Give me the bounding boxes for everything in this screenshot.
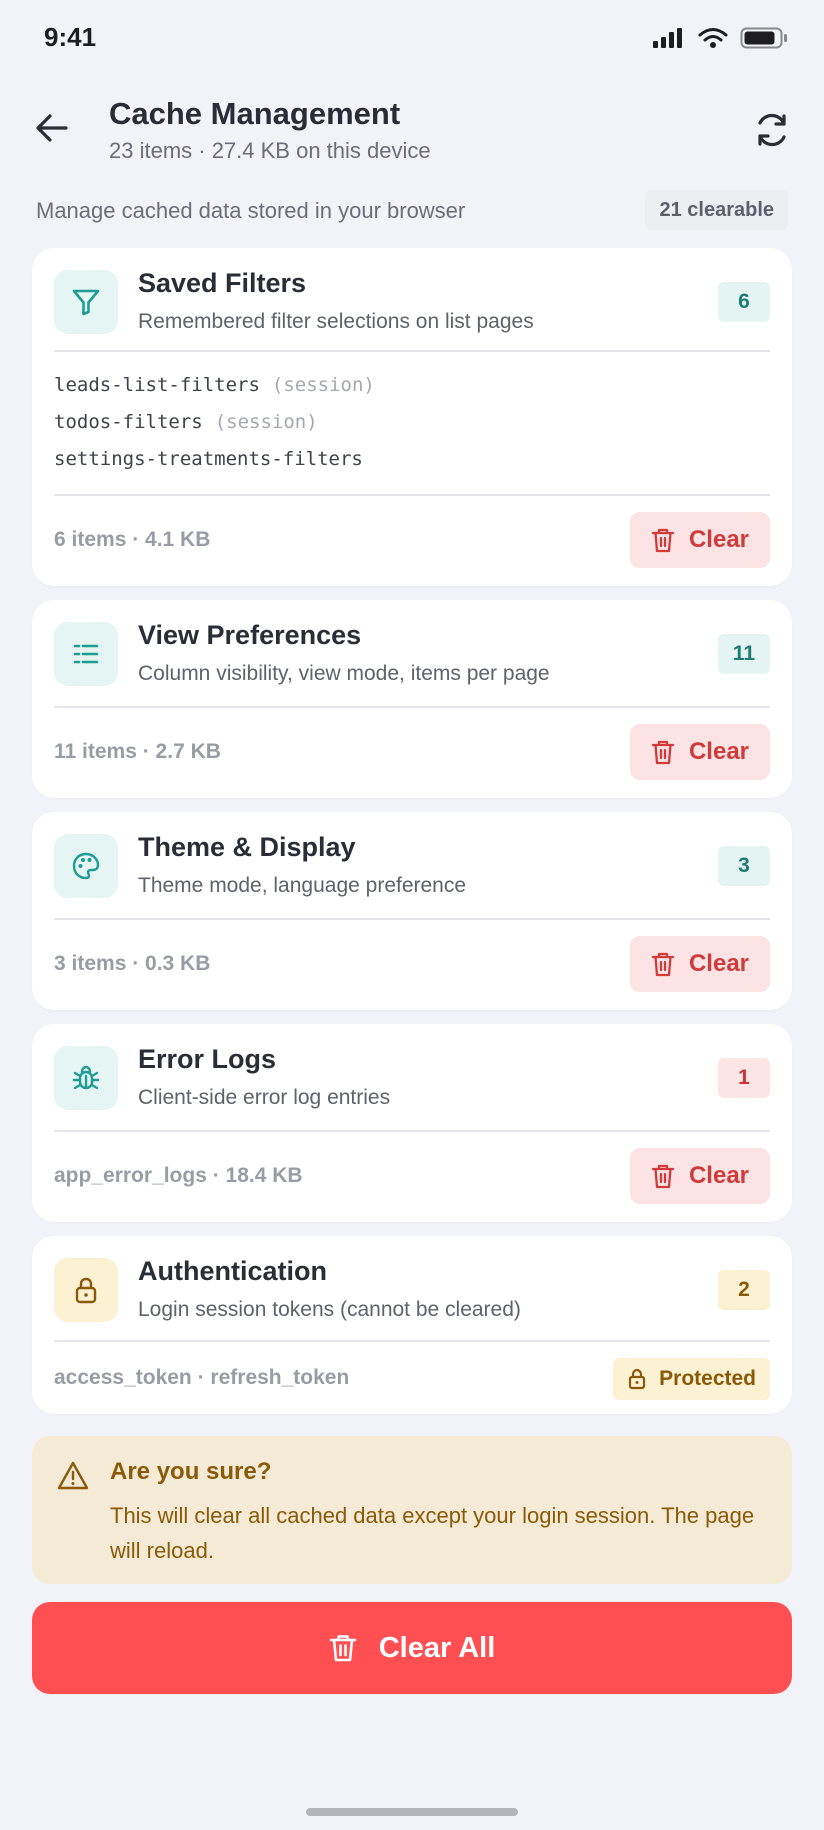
divider [54, 1130, 770, 1132]
cache-key-name: settings-treatments-filters [54, 447, 363, 470]
card-title: Authentication [138, 1256, 327, 1286]
card-footer-info: app_error_logs · 18.4 KB [54, 1164, 303, 1187]
refresh-button[interactable] [750, 108, 794, 152]
warning-triangle-icon [57, 1461, 89, 1490]
funnel-icon [72, 289, 100, 316]
card-title: Saved Filters [138, 268, 307, 298]
clear-label: Clear [688, 950, 750, 977]
theme-display-card: Theme & Display Theme mode, language pre… [32, 812, 792, 1010]
status-time: 9:41 [44, 22, 97, 52]
divider [54, 918, 770, 920]
home-indicator [306, 1808, 518, 1816]
clear-saved-filters-button[interactable]: Clear [630, 512, 770, 568]
clear-view-preferences-button[interactable]: Clear [630, 724, 770, 780]
clear-all-button[interactable]: Clear All [32, 1602, 792, 1694]
clearable-count-badge: 21 clearable [645, 190, 788, 230]
divider [54, 350, 770, 352]
protected-badge: Protected [613, 1358, 770, 1400]
clear-error-logs-button[interactable]: Clear [630, 1148, 770, 1204]
cache-key-row: settings-treatments-filters [54, 440, 375, 477]
cache-key-row: leads-list-filters (session) [54, 366, 375, 403]
arrow-left-icon [36, 114, 68, 142]
error-logs-icon-box [54, 1046, 118, 1110]
card-description: Client-side error log entries [138, 1086, 391, 1109]
trash-icon [651, 1164, 675, 1189]
saved-filters-icon-box [54, 270, 118, 334]
battery-icon [740, 27, 787, 49]
count-badge: 11 [718, 634, 770, 674]
cache-key-list: leads-list-filters (session) todos-filte… [54, 366, 375, 477]
cache-key-tag: (session) [271, 373, 375, 396]
page-subtitle: 23 items · 27.4 KB on this device [109, 138, 431, 163]
clear-all-label: Clear All [378, 1631, 496, 1664]
trash-icon [329, 1635, 357, 1662]
clear-label: Clear [688, 526, 750, 553]
view-preferences-card: View Preferences Column visibility, view… [32, 600, 792, 798]
palette-icon [72, 852, 100, 880]
back-button[interactable] [30, 106, 74, 150]
confirmation-warning: Are you sure? This will clear all cached… [32, 1436, 792, 1584]
cache-key-name: leads-list-filters [54, 373, 260, 396]
page-title: Cache Management [109, 96, 401, 131]
card-footer-info: 6 items · 4.1 KB [54, 528, 211, 551]
card-footer-info: access_token · refresh_token [54, 1366, 350, 1389]
card-footer-info: 3 items · 0.3 KB [54, 952, 211, 975]
theme-display-icon-box [54, 834, 118, 898]
trash-icon [651, 952, 675, 977]
status-bar: 9:41 [0, 0, 824, 80]
cache-key-name: todos-filters [54, 410, 203, 433]
cellular-signal-icon [653, 28, 682, 48]
divider [54, 494, 770, 496]
header: Cache Management 23 items · 27.4 KB on t… [0, 92, 824, 172]
error-logs-card: Error Logs Client-side error log entries… [32, 1024, 792, 1222]
clear-theme-display-button[interactable]: Clear [630, 936, 770, 992]
card-title: View Preferences [138, 620, 362, 650]
count-badge: 1 [718, 1058, 770, 1098]
view-preferences-icon-box [54, 622, 118, 686]
trash-icon [651, 740, 675, 765]
bug-icon [72, 1065, 100, 1090]
card-description: Login session tokens (cannot be cleared) [138, 1298, 521, 1321]
warning-title: Are you sure? [110, 1458, 272, 1485]
card-title: Error Logs [138, 1044, 277, 1074]
saved-filters-card: Saved Filters Remembered filter selectio… [32, 248, 792, 586]
card-description: Theme mode, language preference [138, 874, 467, 897]
authentication-icon-box [54, 1258, 118, 1322]
divider [54, 1340, 770, 1342]
list-icon [73, 644, 99, 664]
card-description: Column visibility, view mode, items per … [138, 662, 550, 685]
wifi-icon [698, 28, 728, 48]
count-badge: 3 [718, 846, 770, 886]
cache-key-tag: (session) [214, 410, 318, 433]
intro-row: Manage cached data stored in your browse… [36, 190, 788, 230]
count-badge: 2 [718, 1270, 770, 1310]
card-footer-info: 11 items · 2.7 KB [54, 740, 221, 763]
card-title: Theme & Display [138, 832, 356, 862]
clear-label: Clear [688, 738, 750, 765]
count-badge: 6 [718, 282, 770, 322]
trash-icon [651, 528, 675, 553]
divider [54, 706, 770, 708]
protected-label: Protected [659, 1367, 756, 1390]
lock-icon [629, 1368, 646, 1390]
lock-icon [75, 1277, 97, 1304]
warning-body: This will clear all cached data except y… [110, 1503, 755, 1563]
intro-text: Manage cached data stored in your browse… [36, 198, 466, 223]
clear-label: Clear [688, 1162, 750, 1189]
refresh-icon [758, 113, 786, 147]
cache-key-row: todos-filters (session) [54, 403, 375, 440]
authentication-card: Authentication Login session tokens (can… [32, 1236, 792, 1414]
card-description: Remembered filter selections on list pag… [138, 310, 534, 333]
